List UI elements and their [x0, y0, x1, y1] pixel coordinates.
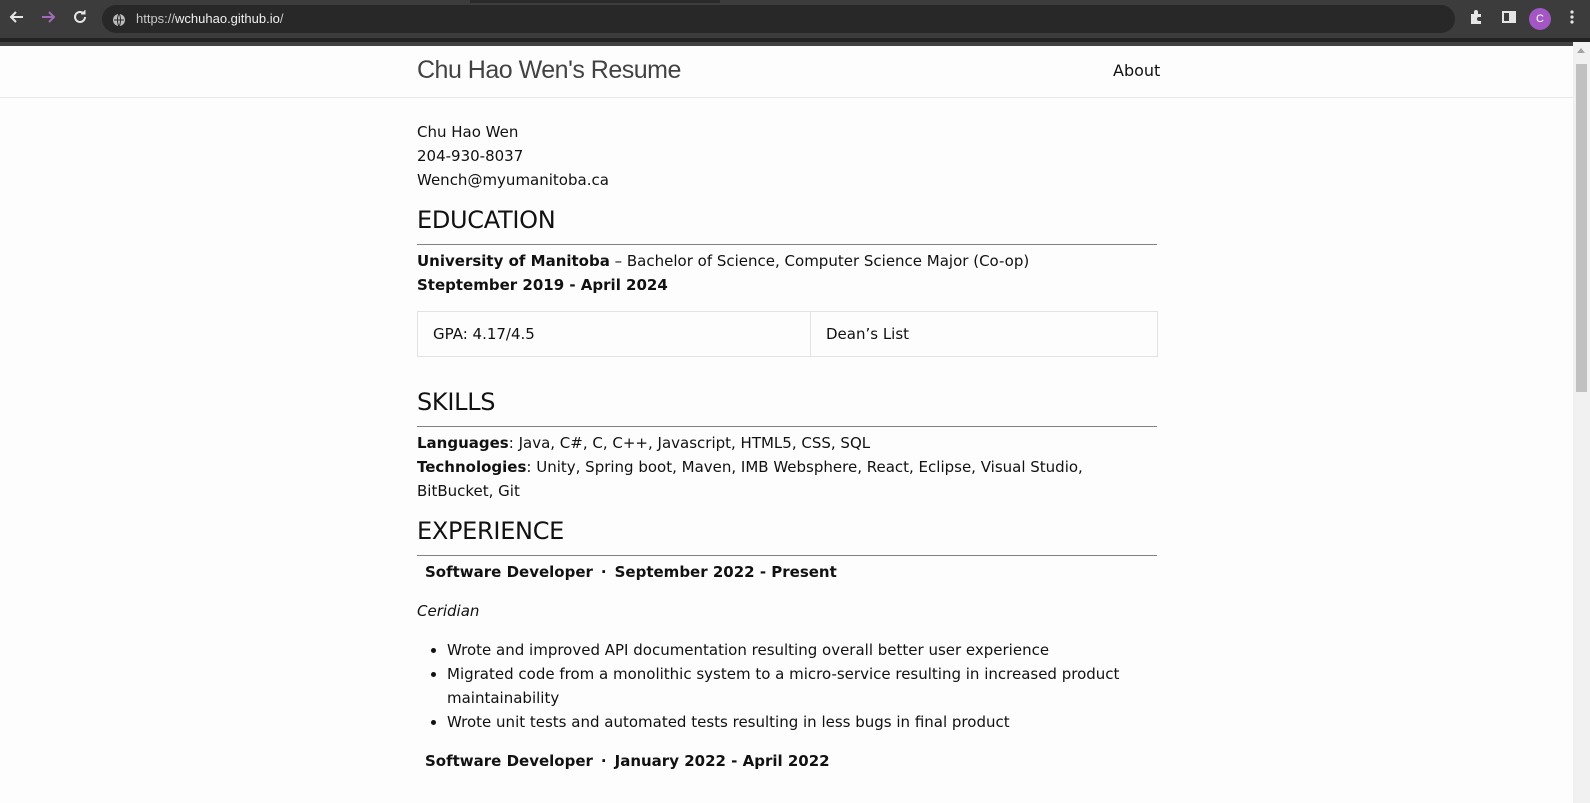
nav-about-link[interactable]: About	[1113, 61, 1160, 80]
arrow-left-icon	[9, 9, 25, 29]
side-panel-button[interactable]	[1497, 7, 1521, 31]
page-viewport: Chu Hao Wen's Resume About Chu Hao Wen 2…	[0, 42, 1573, 803]
technologies-label: Technologies	[417, 458, 527, 476]
profile-avatar[interactable]: C	[1529, 8, 1551, 30]
job-title: Software Developer	[425, 752, 593, 770]
list-item: Wrote and improved API documentation res…	[447, 638, 1157, 662]
arrow-right-icon	[40, 9, 56, 29]
site-title-link[interactable]: Chu Hao Wen's Resume	[417, 56, 681, 85]
contact-email: Wench@myumanitoba.ca	[417, 171, 609, 189]
gpa-cell: GPA: 4.17/4.5	[417, 311, 811, 357]
contact-name: Chu Hao Wen	[417, 123, 519, 141]
job-title: Software Developer	[425, 563, 593, 581]
contact-info: Chu Hao Wen 204-930-8037 Wench@myumanito…	[417, 120, 1157, 192]
education-table: GPA: 4.17/4.5 Dean’s List	[417, 311, 1158, 357]
address-bar[interactable]: https://wchuhao.github.io/	[102, 5, 1455, 33]
job-dates: January 2022 - April 2022	[614, 752, 830, 770]
browser-menu-button[interactable]	[1560, 7, 1584, 31]
resume-content: Chu Hao Wen 204-930-8037 Wench@myumanito…	[417, 120, 1158, 773]
browser-toolbar: https://wchuhao.github.io/ C	[0, 0, 1590, 38]
job-separator: ·	[600, 752, 607, 770]
job-title-line: Software Developer · September 2022 - Pres…	[417, 560, 1157, 584]
languages-label: Languages	[417, 434, 509, 452]
list-item: Migrated code from a monolithic system t…	[447, 662, 1157, 710]
contact-phone: 204-930-8037	[417, 147, 524, 165]
skills-entry: Languages: Java, C#, C, C++, Javascript,…	[417, 431, 1157, 503]
extensions-button[interactable]	[1464, 7, 1488, 31]
puzzle-icon	[1468, 9, 1484, 29]
page-scrollbar[interactable]	[1573, 42, 1590, 803]
scroll-up-arrow-icon[interactable]	[1577, 48, 1585, 53]
side-panel-icon	[1501, 9, 1517, 29]
languages-list: : Java, C#, C, C++, Javascript, HTML5, C…	[508, 434, 871, 452]
skills-heading: SKILLS	[417, 387, 1157, 427]
education-heading: EDUCATION	[417, 205, 1157, 245]
table-row: GPA: 4.17/4.5 Dean’s List	[417, 311, 1158, 357]
reload-icon	[72, 9, 88, 29]
forward-button[interactable]	[36, 7, 60, 31]
scrollbar-thumb[interactable]	[1576, 64, 1587, 392]
active-tab-indicator	[470, 0, 720, 3]
back-button[interactable]	[5, 7, 29, 31]
company-name: Ceridian	[417, 602, 480, 620]
site-info-icon[interactable]	[112, 12, 126, 27]
reload-button[interactable]	[68, 7, 92, 31]
job-separator: ·	[600, 563, 607, 581]
job-dates: September 2022 - Present	[614, 563, 837, 581]
education-entry: University of Manitoba – Bachelor of Sci…	[417, 249, 1157, 297]
url-text: https://wchuhao.github.io/	[136, 11, 284, 26]
list-item: Wrote unit tests and automated tests res…	[447, 710, 1157, 734]
school-name: University of Manitoba	[417, 252, 610, 270]
job-title-line: Software Developer · January 2022 - April …	[417, 749, 1157, 773]
degree-text: – Bachelor of Science, Computer Science …	[609, 252, 1030, 270]
job-bullets: Wrote and improved API documentation res…	[417, 638, 1157, 734]
education-dates: Steptember 2019 - April 2024	[417, 276, 668, 294]
honor-cell: Dean’s List	[810, 311, 1158, 357]
vertical-dots-icon	[1569, 9, 1575, 29]
experience-heading: EXPERIENCE	[417, 516, 1157, 556]
site-header: Chu Hao Wen's Resume About	[0, 42, 1573, 98]
